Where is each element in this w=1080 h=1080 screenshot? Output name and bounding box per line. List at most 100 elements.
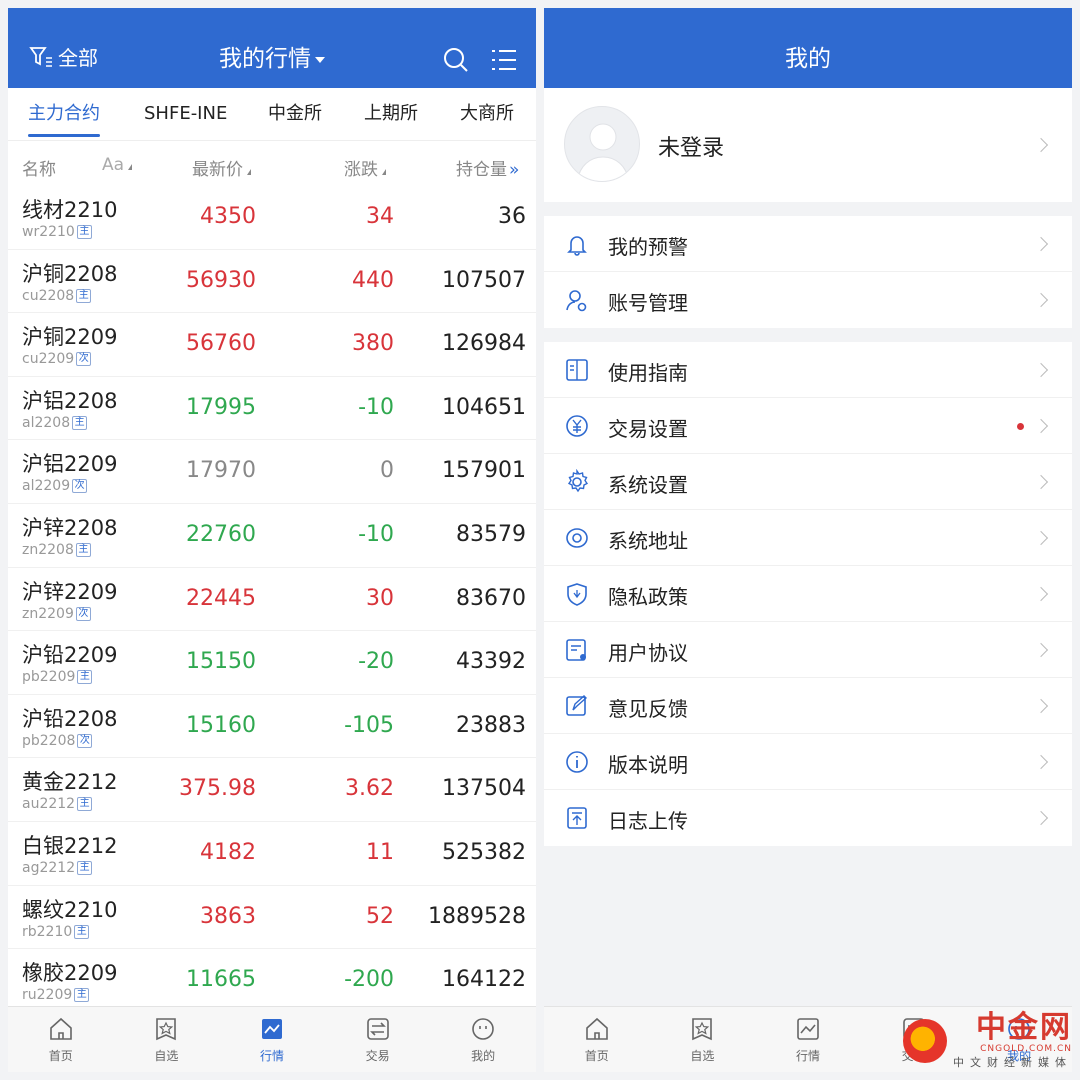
- font-size-toggle[interactable]: Aa: [102, 155, 133, 175]
- contract-tag: 主: [72, 415, 88, 430]
- col-oi[interactable]: 持仓量»: [456, 155, 519, 180]
- page-title-text: 我的行情: [219, 46, 311, 72]
- contract-name: 螺纹2210: [22, 897, 118, 922]
- open-interest: 1889528: [428, 903, 526, 929]
- table-row[interactable]: 线材2210 wr2210 主 4350 34 36: [8, 186, 536, 250]
- more-columns-icon[interactable]: »: [509, 160, 519, 180]
- contract-name: 黄金2212: [22, 770, 118, 795]
- contract-code: zn2209 次: [22, 606, 91, 622]
- menu-group-settings: 使用指南 交易设置系统设置系统地址 隐私政策用户协议意见反馈 版本说明 日志上传: [544, 342, 1072, 846]
- sort-icon: [247, 169, 251, 175]
- menu-item-yen[interactable]: 交易设置: [544, 398, 1072, 454]
- search-icon[interactable]: [442, 46, 470, 74]
- open-interest: 23883: [456, 712, 526, 738]
- table-row[interactable]: 螺纹2210 rb2210 主 3863 52 1889528: [8, 886, 536, 950]
- tab-dce[interactable]: 大商所: [460, 88, 514, 140]
- bell-icon: [567, 236, 587, 256]
- price-change: 380: [352, 331, 394, 357]
- sort-icon: [382, 169, 386, 175]
- contract-code-text: zn2208: [22, 541, 74, 558]
- contract-code-text: pb2209: [22, 669, 76, 686]
- chevron-right-icon: [1033, 530, 1049, 546]
- contract-code: rb2210 主: [22, 924, 90, 940]
- contract-code-text: ru2209: [22, 987, 73, 1004]
- price-change: 0: [380, 458, 394, 484]
- table-row[interactable]: 黄金2212 au2212 主 375.98 3.62 137504: [8, 758, 536, 822]
- table-row[interactable]: 白银2212 ag2212 主 4182 11 525382: [8, 822, 536, 886]
- table-row[interactable]: 橡胶2209 ru2209 主 11665 -200 164122: [8, 949, 536, 1013]
- menu-item-account[interactable]: 账号管理: [544, 272, 1072, 328]
- table-row[interactable]: 沪铝2209 al2209 次 17970 0 157901: [8, 440, 536, 504]
- menu-item-feedback[interactable]: 意见反馈: [544, 678, 1072, 734]
- table-row[interactable]: 沪铜2208 cu2208 主 56930 440 107507: [8, 250, 536, 314]
- table-row[interactable]: 沪锌2208 zn2208 主 22760 -10 83579: [8, 504, 536, 568]
- last-price: 4350: [200, 204, 256, 229]
- menu-label: 用户协议: [608, 641, 688, 665]
- contract-name: 沪铝2208: [22, 388, 118, 413]
- nav-item-market[interactable]: 行情: [219, 1007, 325, 1072]
- nav-label: 自选: [690, 1049, 715, 1063]
- open-interest: 164122: [442, 967, 526, 993]
- price-change: 30: [366, 585, 394, 611]
- table-row[interactable]: 沪铅2208 pb2208 次 15160 -105 23883: [8, 695, 536, 759]
- table-row[interactable]: 沪锌2209 zn2209 次 22445 30 83670: [8, 568, 536, 632]
- contract-code-text: au2212: [22, 796, 76, 813]
- avatar: [564, 106, 640, 182]
- nav-item-favorites[interactable]: 自选: [650, 1007, 756, 1072]
- menu-item-upload-log[interactable]: 日志上传: [544, 790, 1072, 846]
- tab-cffex[interactable]: 中金所: [268, 88, 322, 140]
- menu-item-guide[interactable]: 使用指南: [544, 342, 1072, 398]
- price-change: 3.62: [345, 776, 394, 802]
- chevron-right-icon: [1033, 698, 1049, 714]
- tab-main-contracts[interactable]: 主力合约: [28, 88, 100, 140]
- nav-item-trade[interactable]: 交易: [325, 1007, 431, 1072]
- menu-item-shield[interactable]: 隐私政策: [544, 566, 1072, 622]
- nav-item-home[interactable]: 首页: [544, 1007, 650, 1072]
- mine-title: 我的: [785, 46, 831, 72]
- profile-row[interactable]: 未登录: [544, 88, 1072, 202]
- list-menu-icon[interactable]: [490, 46, 518, 74]
- contract-code-text: cu2209: [22, 351, 75, 368]
- menu-item-bell[interactable]: 我的预警: [544, 216, 1072, 272]
- contract-tag: 主: [77, 797, 93, 812]
- nav-item-favorites[interactable]: 自选: [114, 1007, 220, 1072]
- home-icon: [49, 1017, 72, 1040]
- tab-shfe-ine[interactable]: SHFE-INE: [144, 88, 227, 140]
- contract-name: 沪铅2209: [22, 643, 118, 668]
- menu-item-address[interactable]: 系统地址: [544, 510, 1072, 566]
- contract-code: ag2212 主: [22, 859, 93, 876]
- profile-icon: [472, 1018, 494, 1040]
- open-interest: 126984: [442, 331, 526, 357]
- price-change: -10: [358, 394, 394, 420]
- menu-item-gear[interactable]: 系统设置: [544, 454, 1072, 510]
- contract-code: pb2208 次: [22, 733, 93, 749]
- col-change[interactable]: 涨跌: [344, 155, 386, 180]
- nav-item-mine[interactable]: 我的: [430, 1007, 536, 1072]
- contract-code: zn2208 主: [22, 542, 91, 558]
- price-change: 440: [352, 267, 394, 293]
- open-interest: 104651: [442, 394, 526, 420]
- table-row[interactable]: 沪铅2209 pb2209 主 15150 -20 43392: [8, 631, 536, 695]
- menu-group-account: 我的预警 账号管理: [544, 216, 1072, 328]
- chevron-right-icon: [1033, 418, 1049, 434]
- menu-item-info[interactable]: 版本说明: [544, 734, 1072, 790]
- address-icon: [566, 528, 588, 548]
- chevron-right-icon: [1033, 362, 1049, 378]
- table-row[interactable]: 沪铝2208 al2208 主 17995 -10 104651: [8, 377, 536, 441]
- tab-shfe[interactable]: 上期所: [364, 88, 418, 140]
- col-name[interactable]: 名称: [22, 155, 56, 180]
- nav-item-home[interactable]: 首页: [8, 1007, 114, 1072]
- menu-item-agreement[interactable]: 用户协议: [544, 622, 1072, 678]
- last-price: 22445: [186, 585, 256, 611]
- user-silhouette-icon: [576, 123, 630, 181]
- contract-code-text: ag2212: [22, 859, 76, 876]
- menu-label: 系统设置: [608, 473, 688, 497]
- contract-name: 白银2212: [22, 833, 118, 858]
- col-price[interactable]: 最新价: [192, 155, 251, 180]
- price-change: -105: [344, 712, 394, 738]
- watermark-text: 中金网 CNGOLD.COM.CN 中文财经新媒体: [953, 1012, 1072, 1070]
- contract-tag: 主: [76, 225, 92, 239]
- nav-item-market[interactable]: 行情: [755, 1007, 861, 1072]
- table-row[interactable]: 沪铜2209 cu2209 次 56760 380 126984: [8, 313, 536, 377]
- guide-icon: [566, 359, 588, 381]
